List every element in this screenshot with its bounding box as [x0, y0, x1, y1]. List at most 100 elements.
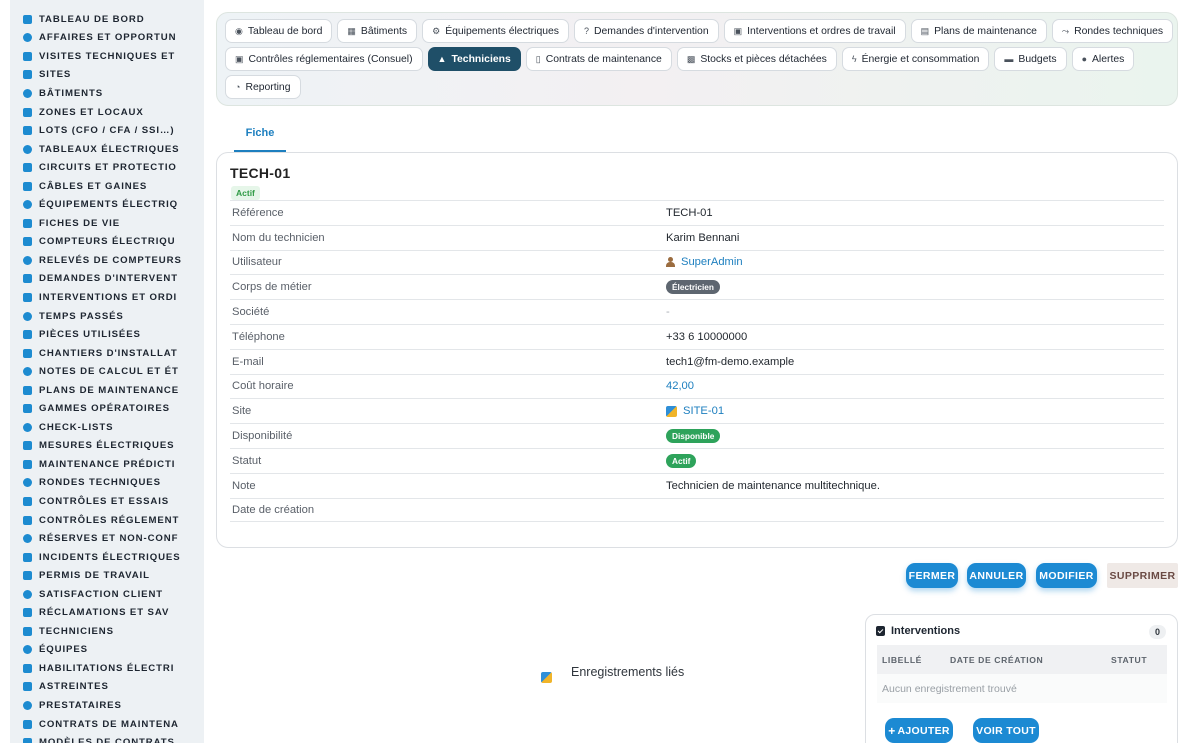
empty-message: Aucun enregistrement trouvé: [877, 674, 1167, 703]
nav-button[interactable]: ▬ Budgets: [994, 47, 1067, 71]
app-logo-icon: [541, 672, 552, 683]
users-icon: [23, 645, 32, 655]
sidebar-item-label: ZONES ET LOCAUX: [39, 106, 144, 118]
close-button[interactable]: FERMER: [906, 563, 958, 588]
nav-button[interactable]: ⤳ Rondes techniques: [1051, 19, 1174, 43]
clipboard-check-icon: [876, 626, 885, 636]
nav-button[interactable]: ▩ Stocks et pièces détachées: [676, 47, 837, 71]
sidebar-item[interactable]: RELEVÉS DE COMPTEURS: [10, 251, 204, 270]
field-label: Site: [232, 405, 252, 418]
sidebar-item[interactable]: CÂBLES ET GAINES: [10, 177, 204, 196]
sidebar-item[interactable]: TABLEAUX ÉLECTRIQUES: [10, 140, 204, 159]
sidebar-item-label: INCIDENTS ÉLECTRIQUES: [39, 551, 181, 563]
sidebar-item[interactable]: CIRCUITS ET PROTECTIO: [10, 158, 204, 177]
sidebar-item[interactable]: CONTRÔLES ET ESSAIS: [10, 492, 204, 511]
nav-button[interactable]: ● Alertes: [1071, 47, 1135, 71]
sidebar-item[interactable]: VISITES TECHNIQUES ET: [10, 47, 204, 66]
field-value-text: Technicien de maintenance multitechnique…: [666, 479, 880, 492]
sidebar-item[interactable]: GAMMES OPÉRATOIRES: [10, 399, 204, 418]
sidebar-item[interactable]: AFFAIRES ET OPPORTUN: [10, 29, 204, 48]
sidebar-item[interactable]: ÉQUIPES: [10, 641, 204, 660]
sidebar-item[interactable]: LOTS (CFO / CFA / SSI…): [10, 121, 204, 140]
add-button[interactable]: + AJOUTER: [885, 718, 953, 743]
clipboard-list-icon: [23, 515, 32, 525]
sidebar-item[interactable]: SATISFACTION CLIENT: [10, 585, 204, 604]
sidebar-item-label: SITES: [39, 69, 72, 81]
field-value-text[interactable]: SITE-01: [683, 405, 724, 417]
sidebar-item[interactable]: INTERVENTIONS ET ORDI: [10, 288, 204, 307]
sidebar-item[interactable]: PRESTATAIRES: [10, 696, 204, 715]
field-value-text[interactable]: SuperAdmin: [681, 256, 743, 268]
dashboard-icon: ◉: [235, 25, 243, 36]
smile-icon: [23, 589, 32, 599]
column-header[interactable]: DATE DE CRÉATION: [950, 655, 1111, 665]
tab-fiche[interactable]: Fiche: [234, 123, 286, 152]
nav-button[interactable]: ▲ Techniciens: [427, 47, 521, 71]
field-label: Utilisateur: [232, 256, 282, 269]
nav-button[interactable]: ◉ Tableau de bord: [225, 19, 333, 43]
sidebar-item[interactable]: CONTRÔLES RÉGLEMENT: [10, 511, 204, 530]
route-icon: [23, 478, 32, 488]
delete-button[interactable]: SUPPRIMER: [1107, 563, 1178, 588]
nav-button[interactable]: ▤ Plans de maintenance: [910, 19, 1047, 43]
sidebar-item[interactable]: CHANTIERS D'INSTALLAT: [10, 344, 204, 363]
sidebar-item[interactable]: CHECK-LISTS: [10, 418, 204, 437]
sidebar-item[interactable]: MAINTENANCE PRÉDICTI: [10, 455, 204, 474]
sidebar-item[interactable]: NOTES DE CALCUL ET ÉT: [10, 362, 204, 381]
edit-button[interactable]: MODIFIER: [1036, 563, 1097, 588]
sidebar-item[interactable]: RÉCLAMATIONS ET SAV: [10, 604, 204, 623]
handshake-icon: [23, 701, 32, 710]
sitemap-icon: [23, 126, 32, 136]
sidebar-item[interactable]: INCIDENTS ÉLECTRIQUES: [10, 548, 204, 567]
sidebar-item[interactable]: TECHNICIENS: [10, 622, 204, 641]
sidebar-item[interactable]: ASTREINTES: [10, 678, 204, 697]
sidebar-item[interactable]: SITES: [10, 66, 204, 85]
sidebar-item[interactable]: COMPTEURS ÉLECTRIQU: [10, 233, 204, 252]
view-all-button[interactable]: VOIR TOUT: [973, 718, 1039, 743]
field-row: Utilisateur SuperAdmin: [230, 249, 1164, 275]
sidebar-item[interactable]: PIÈCES UTILISÉES: [10, 325, 204, 344]
sidebar-item[interactable]: CONTRATS DE MAINTENA: [10, 715, 204, 734]
sidebar-item-label: DEMANDES D'INTERVENT: [39, 273, 178, 285]
sidebar-item[interactable]: ZONES ET LOCAUX: [10, 103, 204, 122]
column-header[interactable]: STATUT: [1111, 655, 1147, 665]
nav-button[interactable]: ▦ Bâtiments: [337, 19, 418, 43]
nav-button[interactable]: ▣ Contrôles réglementaires (Consuel): [225, 47, 423, 71]
grid-icon: [23, 144, 32, 154]
nav-button[interactable]: ⚙ Équipements électriques: [422, 19, 569, 43]
sidebar-item[interactable]: PLANS DE MAINTENANCE: [10, 381, 204, 400]
calendar-icon: [23, 385, 32, 395]
sidebar-item[interactable]: TABLEAU DE BORD: [10, 10, 204, 29]
calculator-icon: [23, 367, 32, 377]
sidebar-item[interactable]: ÉQUIPEMENTS ÉLECTRIQ: [10, 195, 204, 214]
sidebar-item[interactable]: RÉSERVES ET NON-CONF: [10, 529, 204, 548]
nav-button[interactable]: ? Demandes d'intervention: [573, 19, 719, 43]
sidebar-item[interactable]: TEMPS PASSÉS: [10, 307, 204, 326]
cancel-button[interactable]: ANNULER: [967, 563, 1026, 588]
location-pin-icon: [23, 70, 32, 80]
sidebar-item[interactable]: DEMANDES D'INTERVENT: [10, 270, 204, 289]
sidebar-item[interactable]: MODÈLES DE CONTRATS: [10, 733, 204, 743]
sidebar-item[interactable]: PERMIS DE TRAVAIL: [10, 566, 204, 585]
sidebar-item[interactable]: BÂTIMENTS: [10, 84, 204, 103]
field-value: Actif: [666, 453, 697, 468]
nav-button[interactable]: ϟ Énergie et consommation: [841, 47, 990, 71]
sidebar-item[interactable]: HABILITATIONS ÉLECTRI: [10, 659, 204, 678]
nav-button-label: Contrats de maintenance: [545, 53, 662, 65]
interventions-count: 0: [1148, 625, 1166, 639]
sidebar-item-label: BÂTIMENTS: [39, 87, 104, 99]
column-header[interactable]: LIBELLÉ: [877, 655, 950, 665]
nav-button[interactable]: ▣ Interventions et ordres de travail: [723, 19, 906, 43]
nav-button[interactable]: ▯ Contrats de maintenance: [525, 47, 672, 71]
nav-button[interactable]: ◔ Reporting: [225, 75, 301, 99]
question-icon: [23, 274, 32, 284]
field-row: Date de création: [230, 497, 1164, 523]
sidebar-item-label: NOTES DE CALCUL ET ÉT: [39, 366, 179, 378]
chart-line-icon: [23, 459, 32, 469]
sidebar-item[interactable]: RONDES TECHNIQUES: [10, 474, 204, 493]
sidebar-item[interactable]: FICHES DE VIE: [10, 214, 204, 233]
boxes-icon: ▩: [686, 53, 696, 64]
sidebar-item-label: RONDES TECHNIQUES: [39, 477, 161, 489]
field-value: -: [666, 306, 670, 318]
sidebar-item[interactable]: MESURES ÉLECTRIQUES: [10, 437, 204, 456]
